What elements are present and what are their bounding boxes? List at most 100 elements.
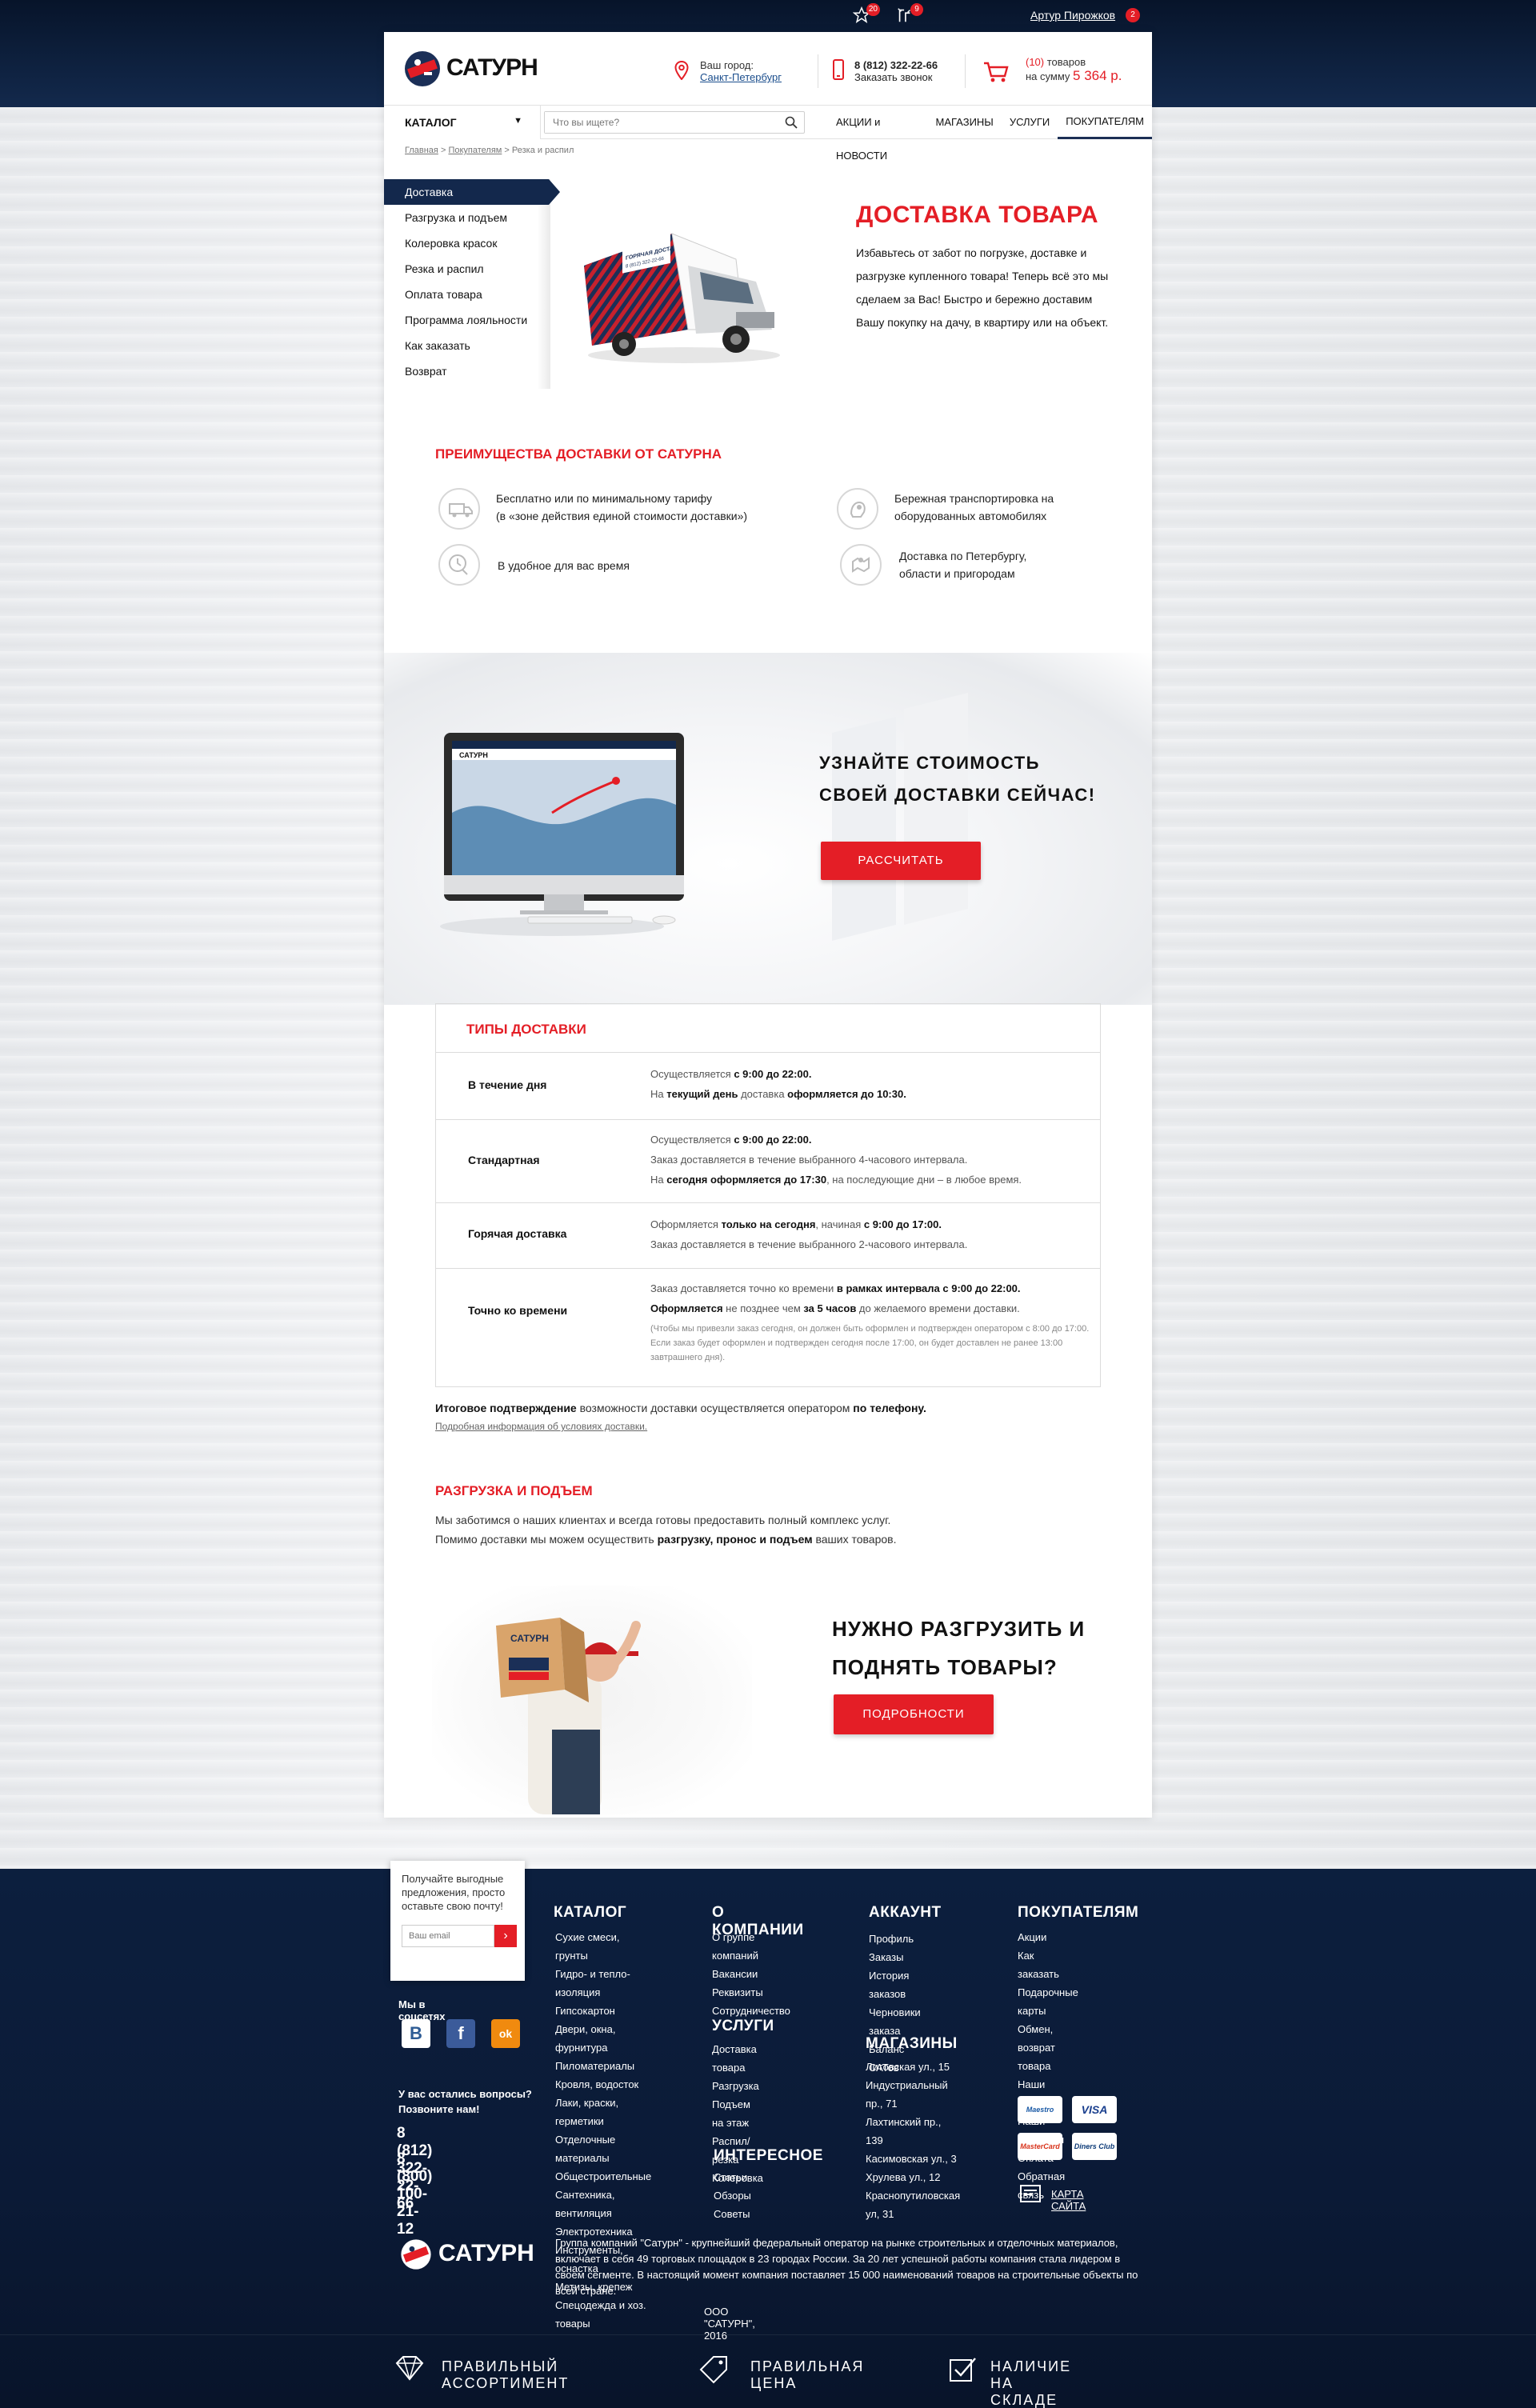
footer-link[interactable]: Статьи xyxy=(714,2168,751,2186)
footer-link[interactable]: История заказов xyxy=(869,1966,921,2003)
footer-services-title[interactable]: УСЛУГИ xyxy=(712,2018,774,2035)
site-logo[interactable]: САТУРН xyxy=(402,48,562,90)
footer-link[interactable]: Сухие смеси, грунты xyxy=(555,1928,651,1965)
search-input[interactable] xyxy=(545,112,777,133)
footer-link[interactable]: Реквизиты xyxy=(712,1983,790,2002)
odnoklassniki-icon[interactable]: ok xyxy=(491,2019,520,2048)
footer-link[interactable]: Двери, окна, фурнитура xyxy=(555,2020,651,2057)
footer-link[interactable]: Пиломатериалы xyxy=(555,2057,651,2075)
subscribe-submit-button[interactable]: › xyxy=(494,1925,517,1947)
location-pin-icon xyxy=(674,61,689,80)
footer-shops-title[interactable]: МАГАЗИНЫ xyxy=(866,2035,958,2053)
cart-summary[interactable]: (10) товаров на сумму 5 364 р. xyxy=(1026,56,1122,84)
footer-link[interactable]: Подарочные карты xyxy=(1018,1983,1078,2020)
footer-buyers-title[interactable]: ПОКУПАТЕЛЯМ xyxy=(1018,1904,1138,1922)
footer-link[interactable]: Как заказать xyxy=(1018,1946,1078,1983)
breadcrumb-separator: > xyxy=(504,146,510,155)
intro-text: Избавьтесь от забот по погрузке, доставк… xyxy=(856,246,1109,329)
search-box xyxy=(544,111,805,134)
sidebar-item-cutting[interactable]: Резка и распил xyxy=(384,256,550,282)
diamond-icon xyxy=(395,2356,424,2381)
footer-link[interactable]: Советы xyxy=(714,2205,751,2223)
footer-link[interactable]: Разгрузка xyxy=(712,2077,763,2095)
unloading-promo-title: НУЖНО РАЗГРУЗИТЬ И ПОДНЯТЬ ТОВАРЫ? xyxy=(832,1610,1085,1686)
catalog-button[interactable]: КАТАЛОГ ▼ xyxy=(384,106,541,139)
screen-logo: САТУРН xyxy=(459,751,488,759)
vk-icon[interactable]: В xyxy=(402,2019,430,2048)
text: сегодня оформляется до 17:30 xyxy=(666,1174,827,1186)
city-selector[interactable]: Ваш город: Санкт-Петербург xyxy=(700,59,782,83)
footer-link[interactable]: Профиль xyxy=(869,1930,921,1948)
map-region-icon xyxy=(840,544,882,586)
footer-interesting-title[interactable]: ИНТЕРЕСНОЕ xyxy=(714,2147,823,2165)
footer-link[interactable]: Касимовская ул., 3 xyxy=(866,2150,960,2168)
breadcrumb-current: Резка и распил xyxy=(511,146,574,155)
details-button[interactable]: ПОДРОБНОСТИ xyxy=(834,1694,994,1734)
sitemap-link[interactable]: КАРТА САЙТА xyxy=(1051,2188,1086,2212)
footer-link[interactable]: О группе компаний xyxy=(712,1928,790,1965)
footer-link[interactable]: Подъем на этаж xyxy=(712,2095,763,2132)
footer-link[interactable]: Сантехника, вентиляция xyxy=(555,2186,651,2222)
delivery-details-link[interactable]: Подробная информация об условиях доставк… xyxy=(435,1421,647,1432)
footer-link[interactable]: Вакансии xyxy=(712,1965,790,1983)
footer-link[interactable]: Обмен, возврат товара xyxy=(1018,2020,1078,2075)
footer-company-list: О группе компаний Вакансии Реквизиты Сот… xyxy=(712,1928,790,2020)
footer-link[interactable]: Спецодежда и хоз. товары xyxy=(555,2296,651,2333)
cart-icon[interactable] xyxy=(982,61,1010,83)
footer-account-title[interactable]: АККАУНТ xyxy=(869,1904,942,1922)
footer-link[interactable]: Хрулева ул., 12 xyxy=(866,2168,960,2186)
nav-link-stores[interactable]: МАГАЗИНЫ xyxy=(928,106,1002,139)
footer-interesting-list: Статьи Обзоры Советы xyxy=(714,2168,751,2223)
footer-link[interactable]: Литовская ул., 15 xyxy=(866,2058,960,2076)
sidebar-item-how-to-order[interactable]: Как заказать xyxy=(384,333,550,358)
footer-link[interactable]: Краснопутиловская ул, 31 xyxy=(866,2186,960,2223)
user-notifications-badge[interactable]: 2 xyxy=(1126,8,1140,22)
sidebar-item-unloading[interactable]: Разгрузка и подъем xyxy=(384,205,550,230)
footer-link[interactable]: Кровля, водосток xyxy=(555,2075,651,2094)
breadcrumb-home[interactable]: Главная xyxy=(405,146,438,155)
sitemap-icon xyxy=(1020,2185,1041,2202)
footer-link[interactable]: Общестроительные xyxy=(555,2167,651,2186)
footer-link[interactable]: Заказы xyxy=(869,1948,921,1966)
footer-logo-text[interactable]: САТУРН xyxy=(438,2240,534,2267)
footer-link[interactable]: Гидро- и тепло- изоляция xyxy=(555,1965,651,2002)
sidebar-item-payment[interactable]: Оплата товара xyxy=(384,282,550,307)
phone-block: 8 (812) 322-22-66 Заказать звонок xyxy=(854,59,938,83)
calculate-button[interactable]: РАССЧИТАТЬ xyxy=(821,842,981,880)
city-link[interactable]: Санкт-Петербург xyxy=(700,71,782,83)
callback-link[interactable]: Заказать звонок xyxy=(854,71,932,83)
footer-phone[interactable]: 8 (800) 100-21-12 xyxy=(397,2150,432,2238)
footer-link[interactable]: Гипсокартон xyxy=(555,2002,651,2020)
sidebar-item-delivery[interactable]: Доставка xyxy=(384,179,560,205)
delivery-type-description: Оформляется только на сегодня, начиная с… xyxy=(650,1214,1090,1254)
footer-link[interactable]: Отделочные материалы xyxy=(555,2130,651,2167)
company-about-text: Группа компаний "Сатурн" - крупнейший фе… xyxy=(555,2237,1138,2297)
nav-link-services[interactable]: УСЛУГИ xyxy=(1002,106,1058,139)
user-profile-link[interactable]: Артур Пирожков xyxy=(1030,9,1115,22)
search-icon[interactable] xyxy=(785,116,798,129)
breadcrumb-section[interactable]: Покупателям xyxy=(448,146,502,155)
text: Заказ доставляется в течение выбранного … xyxy=(650,1154,968,1166)
sidebar-item-tinting[interactable]: Колеровка красок xyxy=(384,230,550,256)
nav-link-buyers[interactable]: ПОКУПАТЕЛЯМ xyxy=(1058,106,1152,139)
favorites-button[interactable]: 20 xyxy=(852,3,880,27)
sidebar-item-returns[interactable]: Возврат xyxy=(384,358,550,384)
nav-link-promotions[interactable]: АКЦИИ и НОВОСТИ xyxy=(828,106,928,162)
footer-link[interactable]: Индустриальный пр., 71 xyxy=(866,2076,960,2113)
footer-link[interactable]: Акции xyxy=(1018,1928,1078,1946)
breadcrumb: Главная > Покупателям > Резка и распил xyxy=(405,146,574,155)
sidebar-item-loyalty[interactable]: Программа лояльности xyxy=(384,307,550,333)
subscribe-email-input[interactable] xyxy=(402,1925,494,1947)
footer-link[interactable]: Обзоры xyxy=(714,2186,751,2205)
table-row: Стандартная Осуществляется с 9:00 до 22:… xyxy=(436,1119,1100,1202)
advantage-line: В удобное для вас время xyxy=(498,559,630,572)
footer-catalog-title[interactable]: КАТАЛОГ xyxy=(554,1904,626,1922)
compare-button[interactable]: 9 xyxy=(896,3,923,27)
facebook-icon[interactable]: f xyxy=(446,2019,475,2048)
footer-link[interactable]: Лахтинский пр., 139 xyxy=(866,2113,960,2150)
footer-logo-emblem-icon xyxy=(401,2239,431,2270)
price-tag-icon xyxy=(699,2356,727,2384)
footer-link[interactable]: Доставка товара xyxy=(712,2040,763,2077)
footer-link[interactable]: Лаки, краски, герметики xyxy=(555,2094,651,2130)
header-phone[interactable]: 8 (812) 322-22-66 xyxy=(854,59,938,71)
